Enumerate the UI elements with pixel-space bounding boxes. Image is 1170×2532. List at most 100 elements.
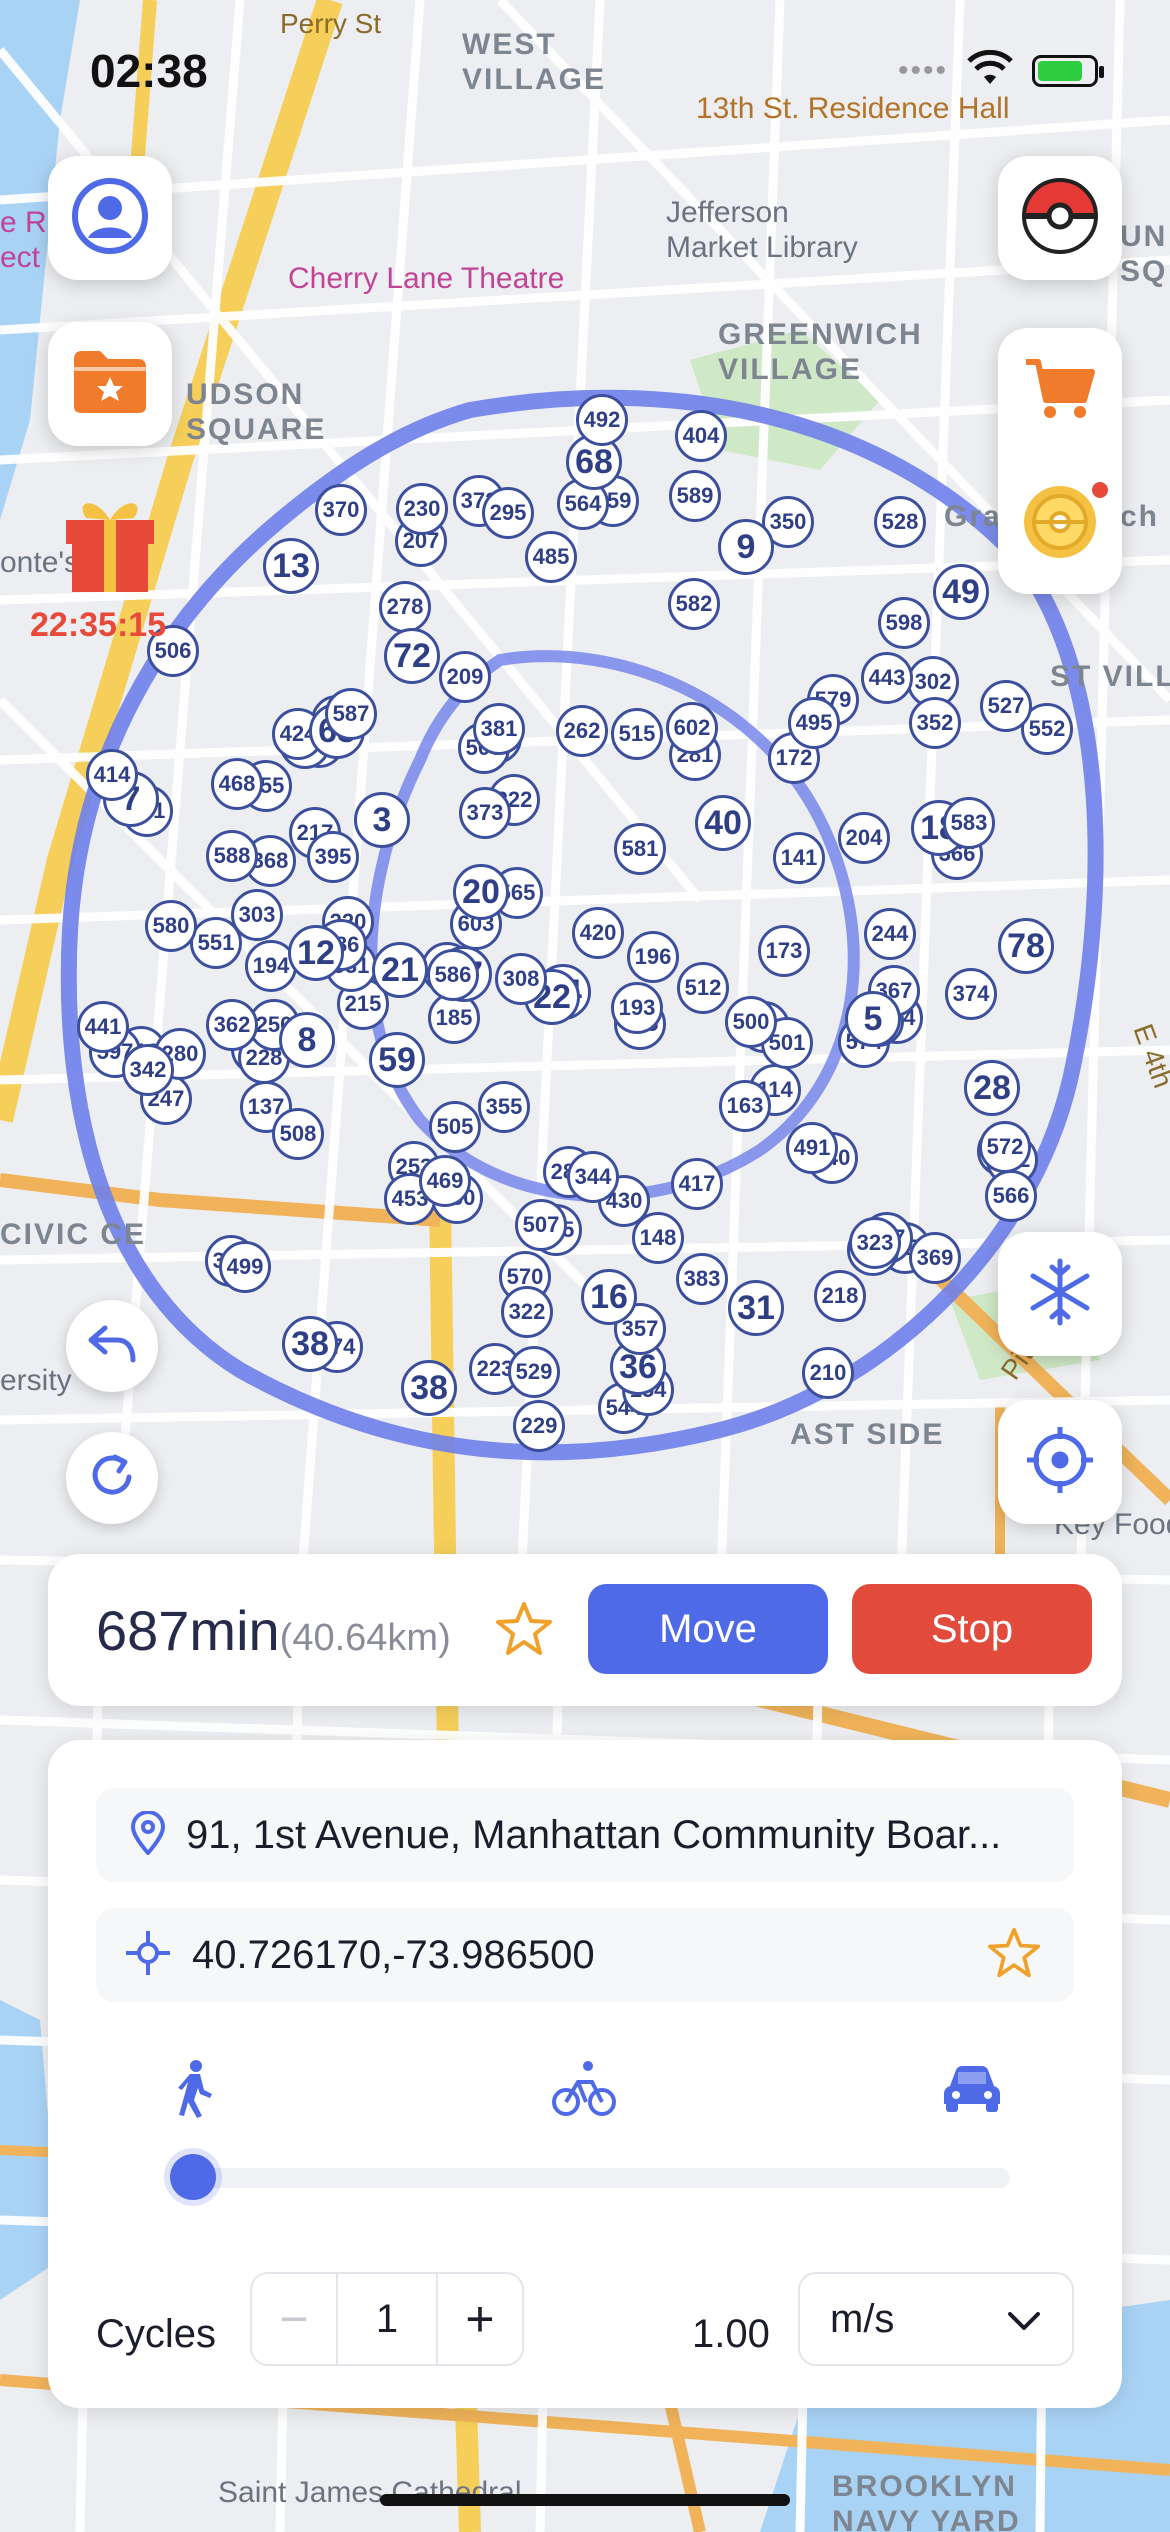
waypoint-pin[interactable]: 72 (384, 628, 440, 684)
waypoint-pin[interactable]: 141 (773, 832, 825, 884)
waypoint-pin[interactable]: 78 (998, 918, 1054, 974)
waypoint-pin[interactable]: 3 (354, 792, 410, 848)
waypoint-pin[interactable]: 370 (315, 484, 367, 536)
waypoint-pin[interactable]: 49 (933, 564, 989, 620)
bike-icon[interactable] (552, 2060, 616, 2123)
waypoint-pin[interactable]: 262 (556, 705, 608, 757)
waypoint-pin[interactable]: 598 (878, 597, 930, 649)
address-field[interactable]: 91, 1st Avenue, Manhattan Community Boar… (96, 1788, 1074, 1882)
waypoint-pin[interactable]: 323 (849, 1217, 901, 1269)
cycles-value[interactable]: 1 (336, 2274, 438, 2364)
waypoint-pin[interactable]: 529 (508, 1346, 560, 1398)
waypoint-pin[interactable]: 374 (945, 968, 997, 1020)
waypoint-pin[interactable]: 342 (122, 1044, 174, 1096)
waypoint-pin[interactable]: 381 (473, 703, 525, 755)
speed-slider-track[interactable] (188, 2168, 1010, 2188)
gift-icon[interactable] (60, 490, 160, 599)
waypoint-pin[interactable]: 193 (611, 982, 663, 1034)
waypoint-pin[interactable]: 373 (459, 787, 511, 839)
waypoint-pin[interactable]: 9 (718, 519, 774, 575)
favorite-location-icon[interactable] (986, 1926, 1042, 1985)
waypoint-pin[interactable]: 383 (676, 1253, 728, 1305)
waypoint-pin[interactable]: 404 (675, 410, 727, 462)
move-button[interactable]: Move (588, 1584, 828, 1674)
waypoint-pin[interactable]: 229 (513, 1400, 565, 1452)
undo-button[interactable] (66, 1300, 158, 1392)
waypoint-pin[interactable]: 587 (325, 688, 377, 740)
waypoint-pin[interactable]: 500 (725, 996, 777, 1048)
waypoint-pin[interactable]: 420 (572, 907, 624, 959)
waypoint-pin[interactable]: 209 (439, 651, 491, 703)
waypoint-pin[interactable]: 505 (429, 1101, 481, 1153)
coin-icon[interactable] (1020, 481, 1108, 567)
waypoint-pin[interactable]: 583 (943, 797, 995, 849)
waypoint-pin[interactable]: 38 (401, 1360, 457, 1416)
waypoint-pin[interactable]: 602 (666, 702, 718, 754)
waypoint-pin[interactable]: 582 (668, 578, 720, 630)
waypoint-pin[interactable]: 352 (909, 697, 961, 749)
refresh-button[interactable] (66, 1432, 158, 1524)
waypoint-pin[interactable]: 395 (307, 831, 359, 883)
waypoint-pin[interactable]: 12 (288, 925, 344, 981)
speed-slider-handle[interactable] (170, 2154, 216, 2200)
waypoint-pin[interactable]: 344 (567, 1151, 619, 1203)
waypoint-pin[interactable]: 369 (909, 1232, 961, 1284)
stop-button[interactable]: Stop (852, 1584, 1092, 1674)
waypoint-pin[interactable]: 512 (677, 962, 729, 1014)
waypoint-pin[interactable]: 414 (86, 749, 138, 801)
waypoint-pin[interactable]: 492 (576, 394, 628, 446)
waypoint-pin[interactable]: 28 (964, 1060, 1020, 1116)
waypoint-pin[interactable]: 303 (231, 889, 283, 941)
waypoint-pin[interactable]: 204 (838, 812, 890, 864)
locate-button[interactable] (998, 1400, 1122, 1524)
waypoint-pin[interactable]: 566 (985, 1170, 1037, 1222)
waypoint-pin[interactable]: 581 (614, 823, 666, 875)
waypoint-pin[interactable]: 21 (372, 942, 428, 998)
waypoint-pin[interactable]: 308 (495, 953, 547, 1005)
speed-value[interactable]: 1.00 (692, 2312, 770, 2357)
waypoint-pin[interactable]: 218 (814, 1270, 866, 1322)
waypoint-pin[interactable]: 586 (427, 949, 479, 1001)
waypoint-pin[interactable]: 508 (272, 1108, 324, 1160)
waypoint-pin[interactable]: 16 (581, 1269, 637, 1325)
waypoint-pin[interactable]: 59 (369, 1032, 425, 1088)
waypoint-pin[interactable]: 31 (728, 1280, 784, 1336)
waypoint-pin[interactable]: 362 (206, 999, 258, 1051)
waypoint-pin[interactable]: 355 (478, 1081, 530, 1133)
waypoint-pin[interactable]: 443 (861, 652, 913, 704)
waypoint-pin[interactable]: 485 (525, 531, 577, 583)
pokeball-button[interactable] (998, 156, 1122, 280)
waypoint-pin[interactable]: 244 (864, 908, 916, 960)
waypoint-pin[interactable]: 588 (206, 830, 258, 882)
waypoint-pin[interactable]: 5 (845, 991, 901, 1047)
increment-button[interactable]: + (438, 2274, 522, 2364)
waypoint-pin[interactable]: 295 (482, 487, 534, 539)
saved-routes-button[interactable] (48, 322, 172, 446)
waypoint-pin[interactable]: 13 (263, 538, 319, 594)
waypoint-pin[interactable]: 495 (788, 697, 840, 749)
favorite-route-icon[interactable] (494, 1600, 554, 1663)
waypoint-pin[interactable]: 515 (611, 708, 663, 760)
waypoint-pin[interactable]: 38 (282, 1316, 338, 1372)
waypoint-pin[interactable]: 469 (419, 1155, 471, 1207)
car-icon[interactable] (942, 2064, 1002, 2117)
waypoint-pin[interactable]: 20 (453, 864, 509, 920)
waypoint-pin[interactable]: 572 (979, 1121, 1031, 1173)
waypoint-pin[interactable]: 163 (719, 1080, 771, 1132)
waypoint-pin[interactable]: 527 (980, 680, 1032, 732)
walk-icon[interactable] (172, 2060, 216, 2123)
waypoint-pin[interactable]: 230 (396, 483, 448, 535)
speed-unit-select[interactable]: m/s (798, 2272, 1074, 2366)
coordinates-field[interactable]: 40.726170,-73.986500 (96, 1908, 1074, 2002)
waypoint-pin[interactable]: 580 (145, 900, 197, 952)
waypoint-pin[interactable]: 507 (515, 1199, 567, 1251)
waypoint-pin[interactable]: 173 (758, 925, 810, 977)
waypoint-pin[interactable]: 441 (77, 1001, 129, 1053)
cart-icon[interactable] (1024, 356, 1096, 427)
waypoint-pin[interactable]: 491 (786, 1122, 838, 1174)
decrement-button[interactable]: − (252, 2274, 336, 2364)
waypoint-pin[interactable]: 40 (695, 795, 751, 851)
waypoint-pin[interactable]: 322 (501, 1286, 553, 1338)
waypoint-pin[interactable]: 589 (669, 470, 721, 522)
profile-button[interactable] (48, 156, 172, 280)
